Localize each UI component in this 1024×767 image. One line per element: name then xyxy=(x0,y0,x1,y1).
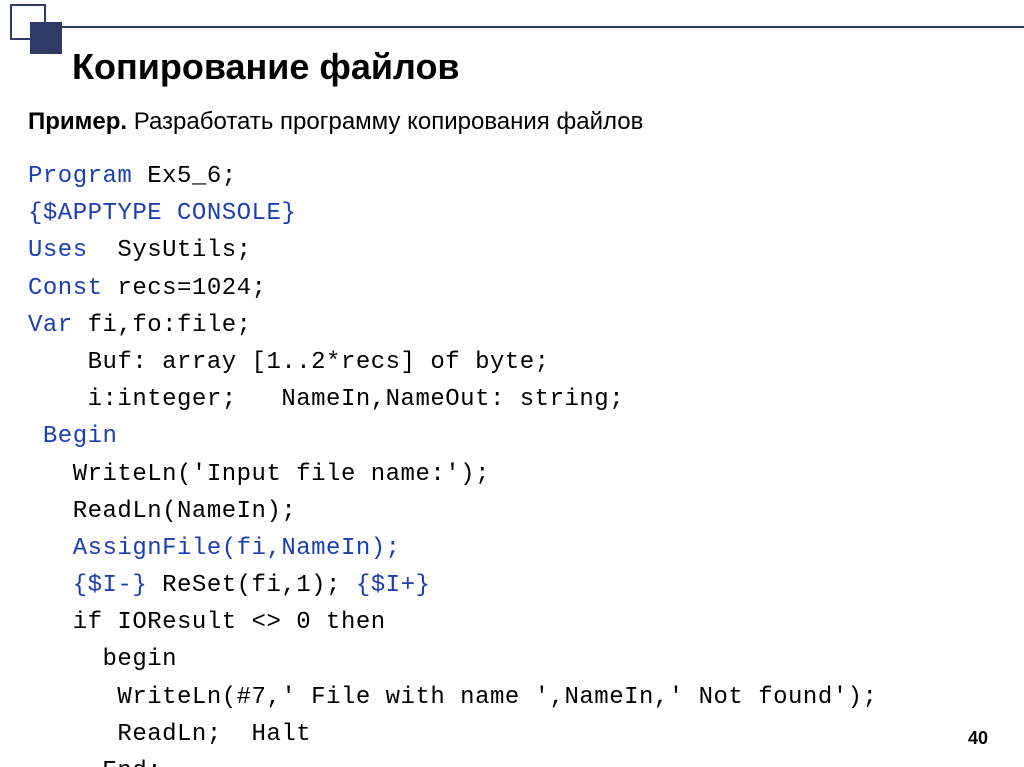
code-text: fi,fo:file; xyxy=(73,312,252,339)
code-text: WriteLn(#7,' File with name ',NameIn,' N… xyxy=(28,684,877,711)
decor-square-solid xyxy=(30,22,62,54)
code-text: begin xyxy=(28,646,177,673)
page-number: 40 xyxy=(968,728,988,749)
code-text: End; xyxy=(28,758,162,767)
code-kw-var: Var xyxy=(28,312,73,339)
code-block: Program Ex5_6; {$APPTYPE CONSOLE} Uses S… xyxy=(28,158,996,767)
slide: Копирование файлов Пример. Разработать п… xyxy=(0,0,1024,767)
example-text: Разработать программу копирования файлов xyxy=(127,108,643,135)
code-text: ReadLn(NameIn); xyxy=(28,498,296,525)
slide-body: Пример. Разработать программу копировани… xyxy=(28,104,996,767)
decor-horizontal-line xyxy=(62,26,1024,28)
code-text: WriteLn('Input file name:'); xyxy=(28,461,490,488)
code-kw-uses: Uses xyxy=(28,237,88,264)
code-kw-const: Const xyxy=(28,275,103,302)
example-label: Пример. xyxy=(28,108,127,135)
code-directive-ioff: {$I-} xyxy=(28,572,147,599)
code-text: i:integer; NameIn,NameOut: string; xyxy=(28,386,624,413)
code-text: ReSet(fi,1); xyxy=(147,572,356,599)
code-directive-apptype: {$APPTYPE CONSOLE} xyxy=(28,200,296,227)
example-line: Пример. Разработать программу копировани… xyxy=(28,104,996,140)
code-assignfile: AssignFile(fi,NameIn); xyxy=(28,535,401,562)
code-kw-program: Program xyxy=(28,163,132,190)
code-text: ReadLn; Halt xyxy=(28,721,311,748)
code-text: Buf: array [1..2*recs] of byte; xyxy=(28,349,550,376)
code-directive-ion: {$I+} xyxy=(356,572,431,599)
code-text: recs=1024; xyxy=(103,275,267,302)
code-text: if IOResult <> 0 then xyxy=(28,609,386,636)
slide-title: Копирование файлов xyxy=(72,46,460,88)
code-kw-begin: Begin xyxy=(28,423,117,450)
code-text: SysUtils; xyxy=(88,237,252,264)
code-text: Ex5_6; xyxy=(132,163,236,190)
